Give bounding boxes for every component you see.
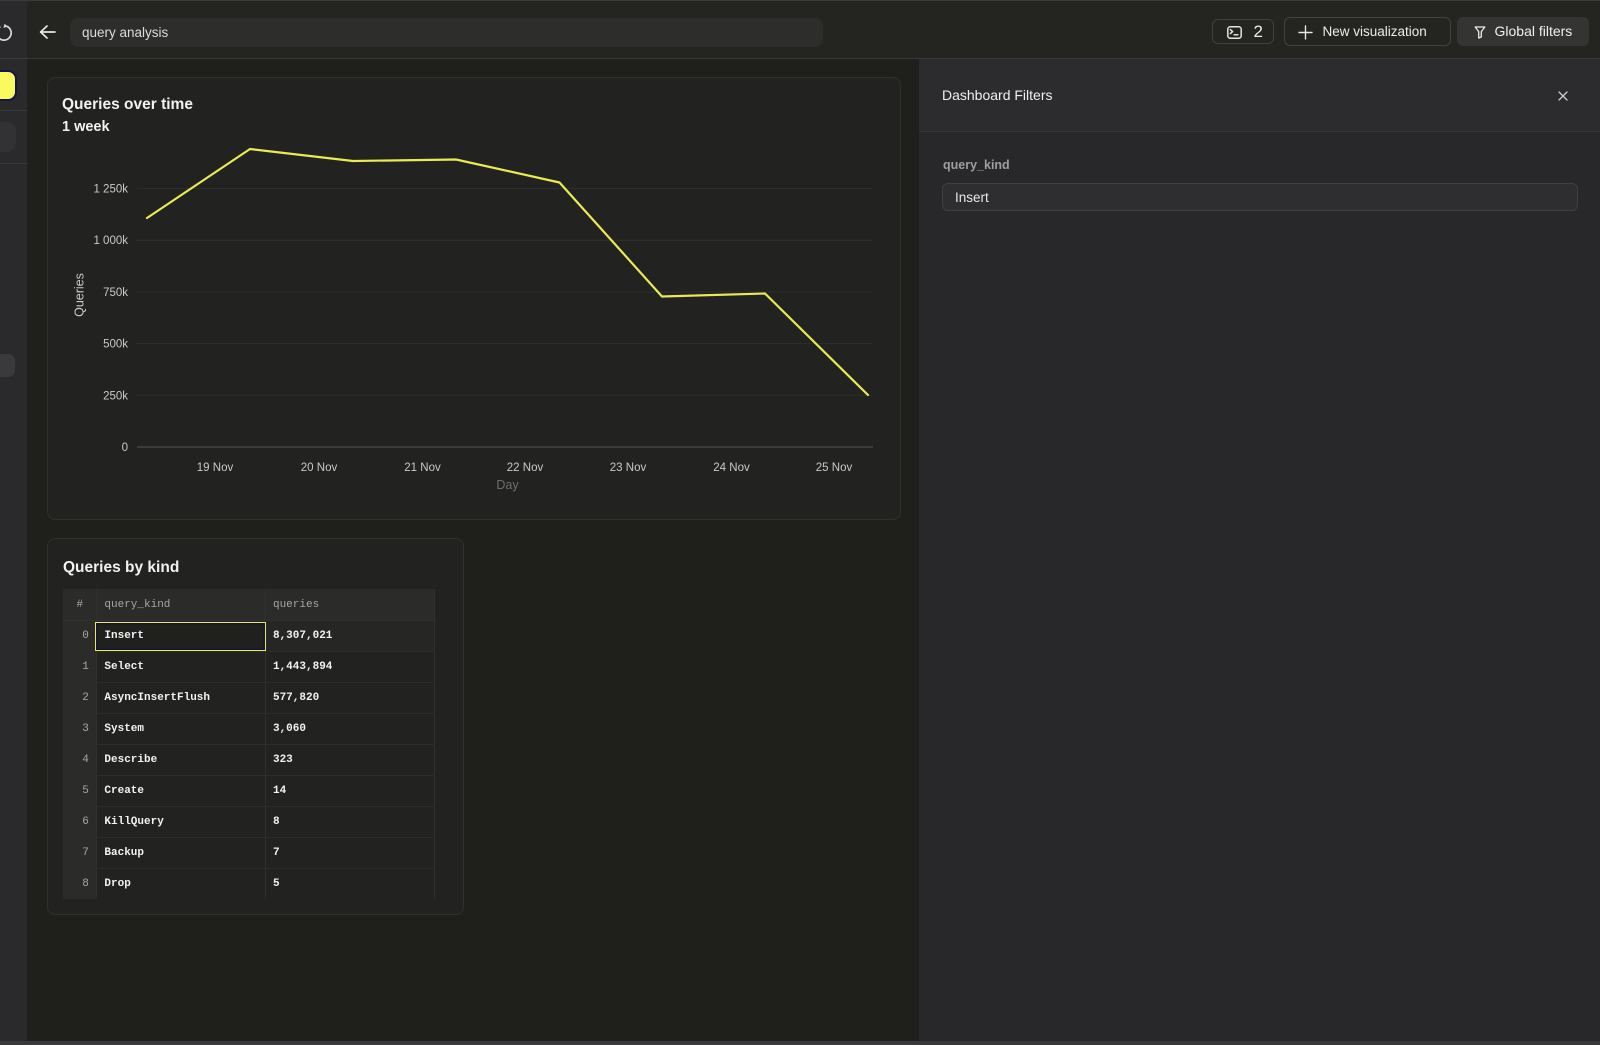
svg-text:1 000k: 1 000k [93, 235, 128, 247]
svg-text:24 Nov: 24 Nov [713, 462, 750, 474]
svg-text:0: 0 [122, 442, 128, 454]
svg-text:Day: Day [496, 478, 519, 492]
svg-text:23 Nov: 23 Nov [610, 462, 647, 474]
svg-text:Queries: Queries [73, 273, 87, 317]
svg-text:1 250k: 1 250k [93, 184, 128, 196]
svg-text:750k: 750k [103, 287, 128, 299]
svg-text:20 Nov: 20 Nov [301, 462, 338, 474]
svg-text:250k: 250k [103, 390, 128, 402]
svg-text:22 Nov: 22 Nov [507, 462, 544, 474]
svg-text:19 Nov: 19 Nov [197, 462, 234, 474]
svg-text:500k: 500k [103, 339, 128, 351]
svg-text:21 Nov: 21 Nov [404, 462, 441, 474]
svg-text:25 Nov: 25 Nov [816, 462, 853, 474]
